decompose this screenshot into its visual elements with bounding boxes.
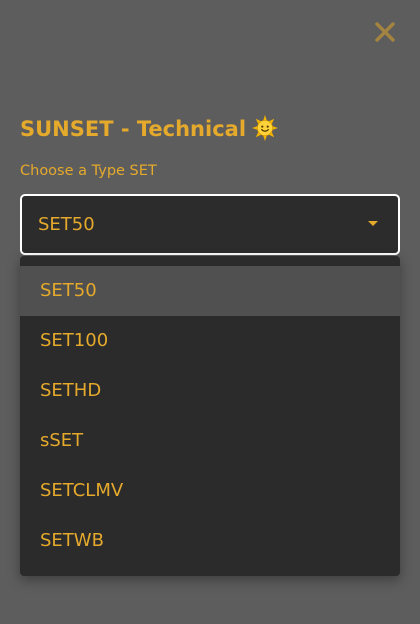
type-set-option-list: SET50 SET100 SETHD sSET SETCLMV SETWB: [20, 266, 400, 566]
close-icon: [375, 22, 395, 42]
menu-option-setwb[interactable]: SETWB: [20, 516, 400, 566]
type-set-selected-value: SET50: [38, 214, 95, 235]
type-set-select[interactable]: SET50: [20, 194, 400, 255]
dialog-title: SUNSET - Technical: [20, 115, 279, 148]
menu-option-sset[interactable]: sSET: [20, 416, 400, 466]
close-button[interactable]: [374, 21, 396, 43]
caret-down-icon: [368, 221, 378, 226]
dialog-title-text: SUNSET - Technical: [20, 117, 247, 141]
type-set-dropdown-menu: SET50 SET100 SETHD sSET SETCLMV SETWB: [20, 256, 400, 576]
type-set-label: Choose a Type SET: [20, 163, 157, 179]
menu-option-sethd[interactable]: SETHD: [20, 366, 400, 416]
sun-emoji-icon: [252, 115, 279, 148]
menu-option-set50[interactable]: SET50: [20, 266, 400, 316]
menu-option-set100[interactable]: SET100: [20, 316, 400, 366]
menu-option-setclmv[interactable]: SETCLMV: [20, 466, 400, 516]
